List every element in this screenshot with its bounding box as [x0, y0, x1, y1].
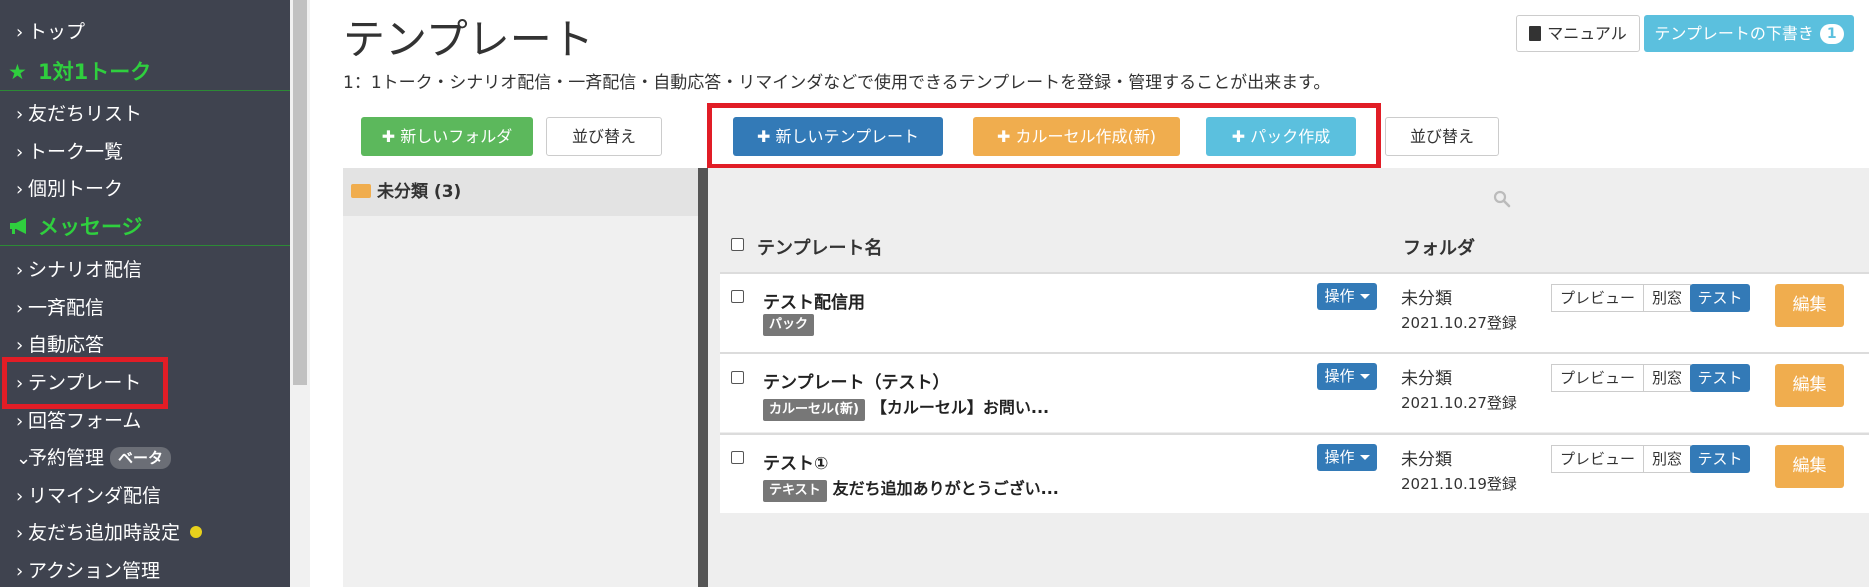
- template-type-tag: カルーセル(新): [763, 399, 865, 421]
- edit-button[interactable]: 編集: [1775, 364, 1844, 407]
- new-folder-button[interactable]: ✚ 新しいフォルダ: [361, 117, 533, 156]
- sort-templates-button[interactable]: 並び替え: [1385, 117, 1499, 156]
- star-icon: ★: [8, 60, 27, 84]
- row-folder: 未分類: [1401, 289, 1452, 309]
- operations-dropdown[interactable]: 操作: [1317, 363, 1377, 390]
- template-type-tag: パック: [763, 314, 815, 336]
- folder-open-icon: [351, 184, 371, 198]
- megaphone-icon-svg: [10, 218, 26, 234]
- panel-divider[interactable]: [698, 168, 708, 587]
- sidebar-item-friend-add-settings[interactable]: › 友だち追加時設定: [16, 521, 203, 546]
- test-button[interactable]: テスト: [1690, 445, 1750, 473]
- folder-panel: 未分類 (3): [343, 168, 698, 587]
- chevron-right-icon: ›: [16, 561, 24, 582]
- test-button[interactable]: テスト: [1690, 284, 1750, 312]
- sidebar-item-individual-talk[interactable]: › 個別トーク: [16, 177, 123, 202]
- beta-badge: ベータ: [110, 447, 172, 469]
- row-meta: カルーセル(新) 【カルーセル】お問い...: [763, 394, 1049, 421]
- test-button[interactable]: テスト: [1690, 364, 1750, 392]
- preview-button[interactable]: プレビュー: [1551, 445, 1645, 473]
- plus-icon: ✚: [381, 127, 396, 146]
- sidebar-item-talk-list[interactable]: › トーク一覧: [16, 140, 123, 165]
- template-name[interactable]: テンプレート（テスト）: [763, 368, 950, 393]
- app-window: › トップ ★ 1対1トーク › 友だちリスト › トーク一覧 › 個別トーク メッセージ…: [0, 0, 1869, 587]
- preview-button[interactable]: プレビュー: [1551, 284, 1645, 312]
- operations-dropdown[interactable]: 操作: [1317, 283, 1377, 310]
- row-meta: テキスト 友だち追加ありがとうござい...: [763, 475, 1059, 502]
- sidebar-item-action-management[interactable]: › アクション管理: [16, 559, 160, 584]
- edit-button[interactable]: 編集: [1775, 445, 1844, 488]
- notification-dot: [190, 526, 203, 538]
- book-icon: [1529, 26, 1542, 41]
- row-date: 2021.10.27登録: [1401, 314, 1517, 332]
- sidebar-item-scenario[interactable]: › シナリオ配信: [16, 258, 142, 283]
- preview-button[interactable]: プレビュー: [1551, 364, 1645, 392]
- chevron-right-icon: ›: [16, 179, 24, 200]
- sidebar-item-friends-list[interactable]: › 友だちリスト: [16, 102, 142, 127]
- sidebar-section-message: メッセージ: [0, 208, 290, 246]
- row-folder: 未分類: [1401, 450, 1452, 470]
- template-name[interactable]: テスト配信用: [763, 288, 865, 313]
- caret-down-icon: [1359, 294, 1370, 299]
- template-name[interactable]: テスト①: [763, 449, 828, 474]
- select-all-checkbox[interactable]: [731, 238, 744, 251]
- page-title: テンプレート: [343, 15, 594, 64]
- row-date: 2021.10.19登録: [1401, 475, 1517, 493]
- search-icon[interactable]: [1493, 190, 1511, 208]
- column-header-folder: フォルダ: [1403, 238, 1475, 259]
- chevron-right-icon: ›: [16, 411, 24, 432]
- chevron-right-icon: ›: [16, 142, 24, 163]
- template-type-tag: テキスト: [763, 480, 827, 502]
- column-header-name: テンプレート名: [757, 238, 883, 259]
- drafts-count-badge: 1: [1819, 24, 1844, 44]
- row-checkbox[interactable]: [731, 290, 744, 303]
- preview-button-group: プレビュー 別窓: [1551, 364, 1692, 392]
- sidebar: › トップ ★ 1対1トーク › 友だちリスト › トーク一覧 › 個別トーク メッセージ…: [0, 0, 290, 587]
- chevron-right-icon: ›: [16, 335, 24, 356]
- toolbar-highlight: [707, 103, 1381, 169]
- sidebar-item-reminder[interactable]: › リマインダ配信: [16, 484, 161, 509]
- sidebar-item-auto-reply[interactable]: › 自動応答: [16, 333, 104, 358]
- preview-button-group: プレビュー 別窓: [1551, 284, 1692, 312]
- sidebar-section-talk: ★ 1対1トーク: [0, 53, 290, 91]
- chevron-down-icon: ⌄: [16, 448, 32, 469]
- folder-item-uncategorized[interactable]: 未分類 (3): [343, 168, 698, 216]
- sidebar-item-top[interactable]: › トップ: [16, 20, 85, 45]
- operations-dropdown[interactable]: 操作: [1317, 444, 1377, 471]
- row-date: 2021.10.27登録: [1401, 394, 1517, 412]
- row-checkbox[interactable]: [731, 371, 744, 384]
- template-drafts-button[interactable]: テンプレートの下書き 1: [1644, 15, 1854, 52]
- edit-button[interactable]: 編集: [1775, 284, 1844, 327]
- message-preview: 【カルーセル】お問い...: [870, 398, 1050, 417]
- chevron-right-icon: ›: [16, 104, 24, 125]
- chevron-right-icon: ›: [16, 22, 24, 43]
- chevron-right-icon: ›: [16, 298, 24, 319]
- caret-down-icon: [1359, 374, 1370, 379]
- row-folder: 未分類: [1401, 369, 1452, 389]
- message-preview: 友だち追加ありがとうござい...: [832, 479, 1059, 498]
- manual-button[interactable]: マニュアル: [1516, 15, 1640, 52]
- sidebar-scrollbar[interactable]: [290, 0, 310, 587]
- sidebar-item-reservation[interactable]: ⌄予約管理 ベータ: [16, 446, 172, 471]
- sidebar-item-broadcast[interactable]: › 一斉配信: [16, 296, 104, 321]
- preview-button-group: プレビュー 別窓: [1551, 445, 1692, 473]
- open-new-window-button[interactable]: 別窓: [1644, 284, 1692, 312]
- chevron-right-icon: ›: [16, 523, 24, 544]
- scrollbar-thumb[interactable]: [293, 0, 307, 385]
- open-new-window-button[interactable]: 別窓: [1644, 445, 1692, 473]
- row-meta: パック: [763, 313, 815, 336]
- chevron-right-icon: ›: [16, 260, 24, 281]
- row-checkbox[interactable]: [731, 451, 744, 464]
- sort-folders-button[interactable]: 並び替え: [546, 117, 662, 156]
- megaphone-icon: [8, 208, 38, 246]
- caret-down-icon: [1359, 455, 1370, 460]
- page-description: 1：1トーク・シナリオ配信・一斉配信・自動応答・リマインダなどで使用できるテンプ…: [343, 73, 1331, 93]
- active-item-highlight: [2, 357, 168, 409]
- chevron-right-icon: ›: [16, 486, 24, 507]
- sidebar-item-answer-form[interactable]: › 回答フォーム: [16, 409, 141, 434]
- open-new-window-button[interactable]: 別窓: [1644, 364, 1692, 392]
